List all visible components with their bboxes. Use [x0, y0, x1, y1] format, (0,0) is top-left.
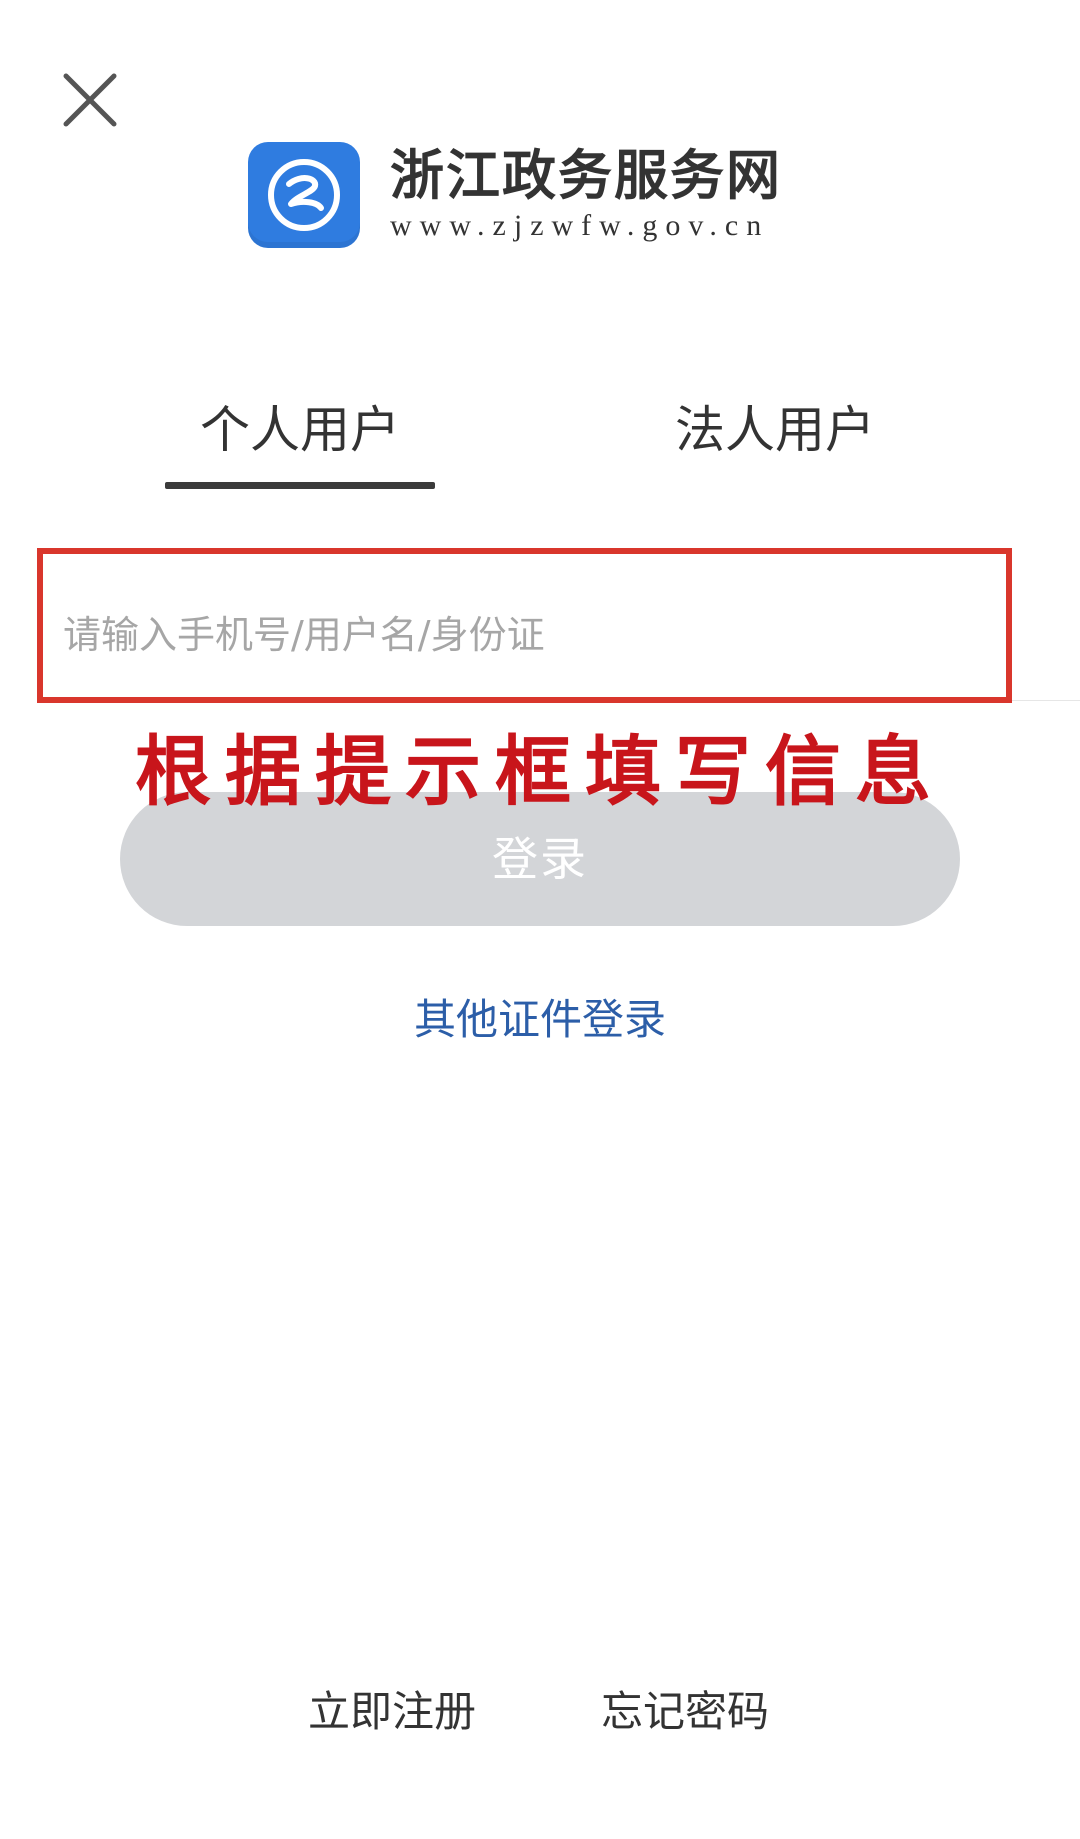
- close-icon: [63, 73, 117, 127]
- account-input[interactable]: [63, 602, 963, 668]
- user-type-tabs: 个人用户 法人用户: [0, 390, 1080, 490]
- close-button[interactable]: [58, 68, 122, 132]
- account-input-highlight: [37, 548, 1012, 703]
- zhejiang-gov-logo-icon: [248, 142, 360, 248]
- brand-header: 浙江政务服务网 www.zjzwfw.gov.cn: [248, 140, 782, 250]
- site-url: www.zjzwfw.gov.cn: [390, 209, 770, 242]
- brand-text: 浙江政务服务网 www.zjzwfw.gov.cn: [390, 145, 782, 245]
- active-tab-indicator: [165, 482, 435, 489]
- site-name: 浙江政务服务网: [390, 143, 782, 207]
- forgot-password-link[interactable]: 忘记密码: [601, 1682, 769, 1742]
- other-certificate-login-link[interactable]: 其他证件登录: [0, 990, 1080, 1050]
- tab-legal-user[interactable]: 法人用户: [640, 390, 910, 490]
- input-divider: [1012, 700, 1080, 701]
- tab-personal-user[interactable]: 个人用户: [165, 390, 435, 490]
- annotation-text: 根据提示框填写信息: [135, 727, 945, 816]
- register-link[interactable]: 立即注册: [308, 1682, 476, 1742]
